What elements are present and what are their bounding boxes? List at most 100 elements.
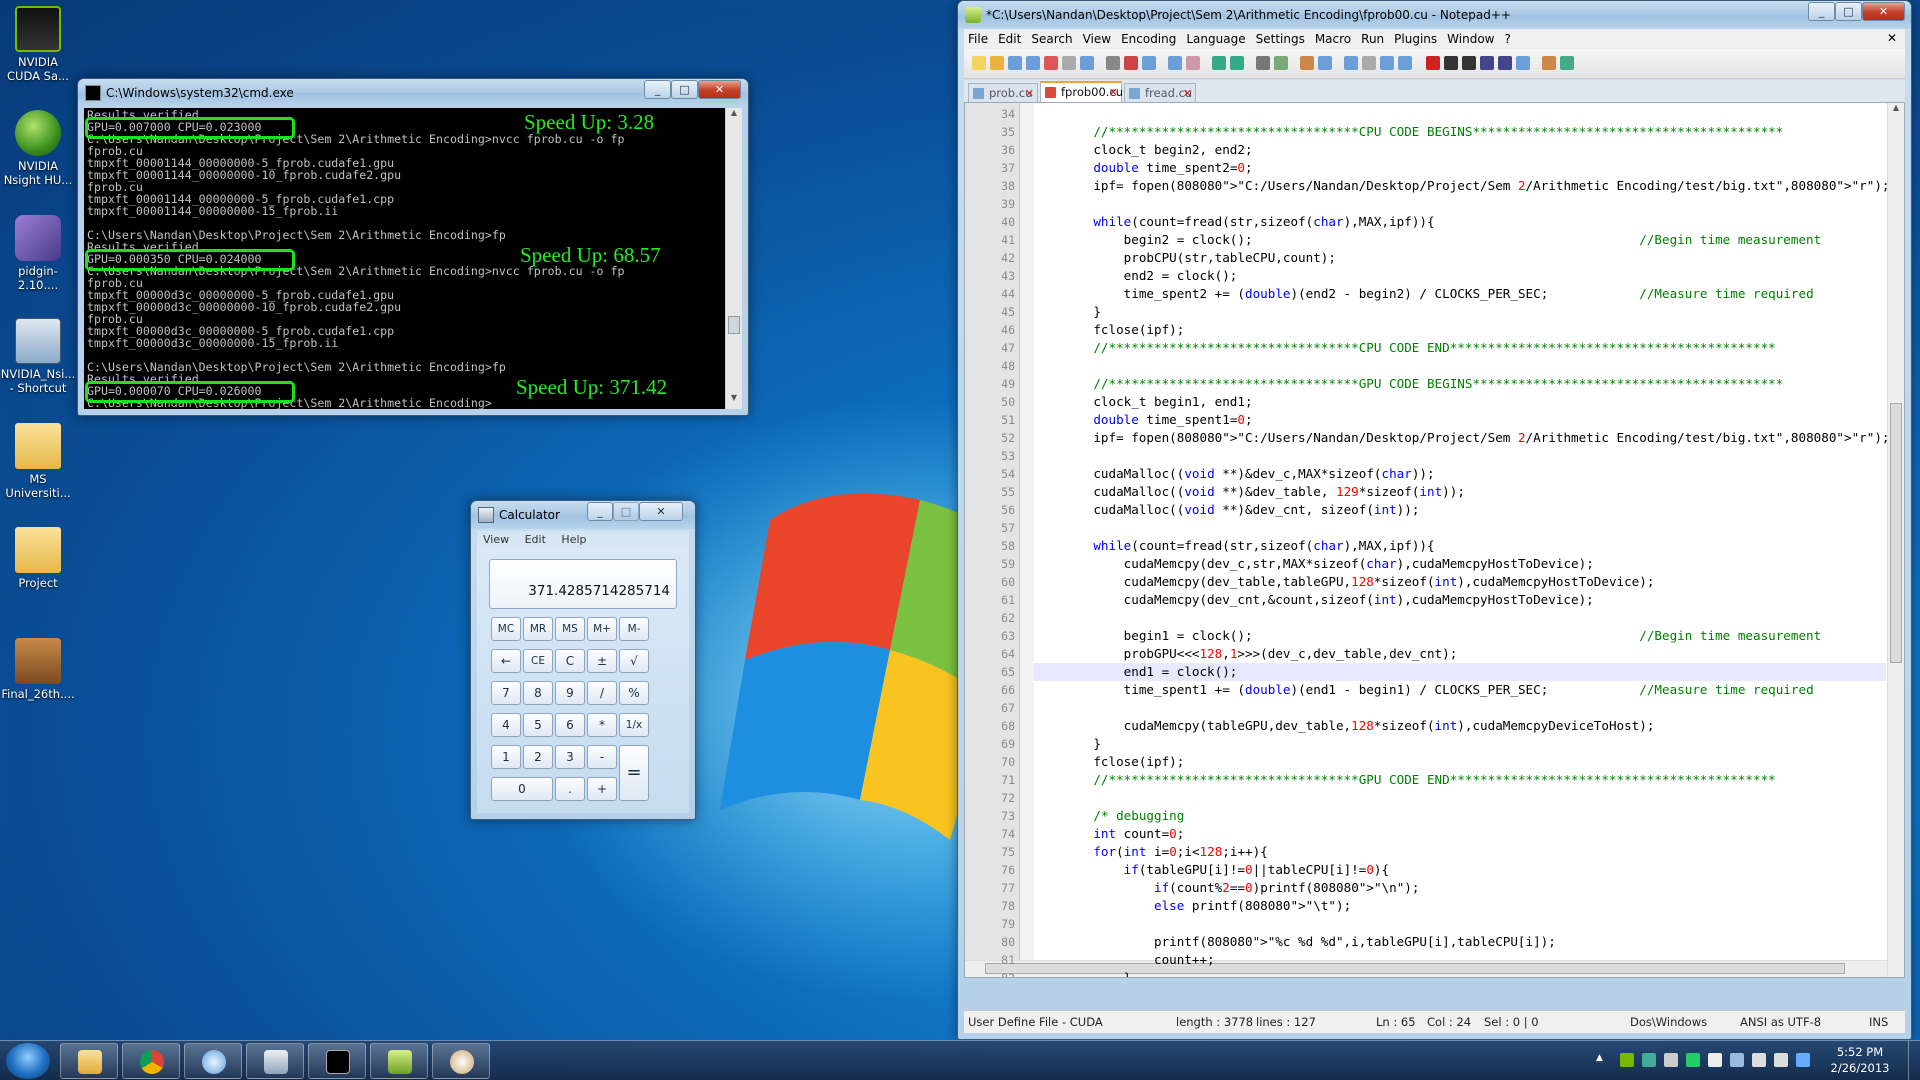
calc-button-ce[interactable]: CE <box>523 649 553 673</box>
tray-icon[interactable] <box>1664 1053 1678 1067</box>
minimize-button[interactable]: _ <box>644 80 671 99</box>
calc-button-1[interactable]: 1 <box>491 745 521 769</box>
toolbar-button-icon[interactable] <box>1274 56 1288 70</box>
toolbar-button-icon[interactable] <box>1080 56 1094 70</box>
toolbar-button-icon[interactable] <box>1212 56 1226 70</box>
tab-close-icon[interactable]: ✕ <box>1025 85 1034 103</box>
menu-macro[interactable]: Macro <box>1315 32 1351 46</box>
calc-button-plus[interactable]: + <box>587 777 617 801</box>
calc-button-7[interactable]: 7 <box>491 681 521 705</box>
toolbar-button-icon[interactable] <box>1462 56 1476 70</box>
menu-view[interactable]: View <box>483 533 509 546</box>
menu-edit[interactable]: Edit <box>998 32 1021 46</box>
toolbar-button-icon[interactable] <box>972 56 986 70</box>
notepadpp-window[interactable]: *C:\Users\Nandan\Desktop\Project\Sem 2\A… <box>957 0 1912 1040</box>
clock[interactable]: 5:52 PM 2/26/2013 <box>1830 1044 1890 1076</box>
taskbar-cmd[interactable] <box>308 1043 366 1079</box>
calc-button-mc[interactable]: MC <box>491 617 521 641</box>
menu-encoding[interactable]: Encoding <box>1121 32 1176 46</box>
notepadpp-title-bar[interactable]: *C:\Users\Nandan\Desktop\Project\Sem 2\A… <box>958 1 1911 29</box>
calc-button-8[interactable]: 8 <box>523 681 553 705</box>
calc-button-c[interactable]: C <box>555 649 585 673</box>
toolbar-button-icon[interactable] <box>1542 56 1556 70</box>
calc-button-plusminus[interactable]: ± <box>587 649 617 673</box>
desktop-icon-project[interactable]: Project <box>0 527 76 590</box>
calc-button-sqrt[interactable]: √ <box>619 649 649 673</box>
maximize-button[interactable]: □ <box>671 80 698 99</box>
menu-help[interactable]: Help <box>561 533 586 546</box>
scroll-down-arrow[interactable]: ▼ <box>726 393 742 409</box>
tray-icon[interactable] <box>1730 1053 1744 1067</box>
maximize-button[interactable]: □ <box>1835 2 1862 21</box>
cmd-title-bar[interactable]: C:\Windows\system32\cmd.exe _ □ ✕ <box>78 79 748 107</box>
menu-edit[interactable]: Edit <box>525 533 546 546</box>
taskbar-calculator[interactable] <box>246 1043 304 1079</box>
scroll-up-arrow[interactable]: ▲ <box>726 108 742 124</box>
nvidia-tray-icon[interactable] <box>1620 1053 1634 1067</box>
flag-icon[interactable] <box>1708 1053 1722 1067</box>
fold-margin[interactable] <box>1020 103 1034 977</box>
close-button[interactable]: ✕ <box>698 80 741 99</box>
toolbar-button-icon[interactable] <box>1426 56 1440 70</box>
toolbar-button-icon[interactable] <box>1380 56 1394 70</box>
tab-prob[interactable]: prob.cu ✕ <box>968 83 1038 102</box>
calc-button-2[interactable]: 2 <box>523 745 553 769</box>
menu-run[interactable]: Run <box>1361 32 1384 46</box>
desktop-icon-final-ppt[interactable]: Final_26th.... <box>0 638 76 701</box>
calc-button-ms[interactable]: MS <box>555 617 585 641</box>
calc-button-4[interactable]: 4 <box>491 713 521 737</box>
calc-button-0[interactable]: 0 <box>491 777 553 801</box>
menu-file[interactable]: File <box>968 32 988 46</box>
calc-button-mminus[interactable]: M- <box>619 617 649 641</box>
show-desktop-button[interactable] <box>1908 1041 1920 1080</box>
cmd-window[interactable]: C:\Windows\system32\cmd.exe _ □ ✕ Result… <box>77 78 749 416</box>
calc-button-reciprocal[interactable]: 1/x <box>619 713 649 737</box>
calc-button-divide[interactable]: / <box>587 681 617 705</box>
tray-icon[interactable] <box>1642 1053 1656 1067</box>
toolbar-button-icon[interactable] <box>1168 56 1182 70</box>
network-icon[interactable] <box>1752 1053 1766 1067</box>
calc-button-6[interactable]: 6 <box>555 713 585 737</box>
close-doc-icon[interactable]: ✕ <box>1887 31 1897 45</box>
desktop-icon-ms-universities[interactable]: MS Universiti... <box>0 423 76 500</box>
scroll-up-arrow[interactable]: ▲ <box>1888 103 1904 119</box>
tab-close-icon[interactable]: ✕ <box>1183 85 1192 103</box>
calc-button-backspace[interactable]: ← <box>491 649 521 673</box>
tray-icon[interactable] <box>1686 1053 1700 1067</box>
close-button[interactable]: ✕ <box>639 502 683 521</box>
toolbar-button-icon[interactable] <box>1142 56 1156 70</box>
toolbar-button-icon[interactable] <box>1498 56 1512 70</box>
menu-language[interactable]: Language <box>1186 32 1245 46</box>
scroll-thumb[interactable] <box>728 316 740 334</box>
toolbar-button-icon[interactable] <box>1362 56 1376 70</box>
taskbar-chrome[interactable] <box>122 1043 180 1079</box>
toolbar-button-icon[interactable] <box>990 56 1004 70</box>
minimize-button[interactable]: _ <box>587 502 613 521</box>
show-hidden-icons[interactable]: ▲ <box>1596 1053 1603 1063</box>
toolbar-button-icon[interactable] <box>1044 56 1058 70</box>
toolbar-button-icon[interactable] <box>1230 56 1244 70</box>
taskbar-itunes[interactable] <box>184 1043 242 1079</box>
toolbar-button-icon[interactable] <box>1560 56 1574 70</box>
toolbar-button-icon[interactable] <box>1008 56 1022 70</box>
tab-fread[interactable]: fread.cu ✕ <box>1124 83 1196 102</box>
toolbar-button-icon[interactable] <box>1318 56 1332 70</box>
dropbox-icon[interactable] <box>1796 1053 1810 1067</box>
close-button[interactable]: ✕ <box>1862 2 1905 21</box>
toolbar-button-icon[interactable] <box>1124 56 1138 70</box>
desktop-icon-nsight[interactable]: NVIDIA Nsight HU... <box>0 110 76 187</box>
taskbar-notepadpp[interactable] <box>370 1043 428 1079</box>
vertical-scrollbar[interactable]: ▲ <box>1887 103 1904 977</box>
tab-close-icon[interactable]: ✕ <box>1109 84 1118 102</box>
calc-button-mplus[interactable]: M+ <box>587 617 617 641</box>
toolbar-button-icon[interactable] <box>1444 56 1458 70</box>
calc-button-percent[interactable]: % <box>619 681 649 705</box>
calculator-window[interactable]: Calculator _ □ ✕ View Edit Help 371.4285… <box>470 500 696 820</box>
menu-view[interactable]: View <box>1083 32 1111 46</box>
menu-window[interactable]: Window <box>1447 32 1494 46</box>
calc-button-5[interactable]: 5 <box>523 713 553 737</box>
cmd-console[interactable]: Results verified... GPU=0.007000 CPU=0.02… <box>84 108 742 409</box>
toolbar-button-icon[interactable] <box>1300 56 1314 70</box>
desktop-icon-nvidia-cuda[interactable]: NVIDIA CUDA Sa... <box>0 6 76 83</box>
maximize-button[interactable]: □ <box>613 502 639 521</box>
